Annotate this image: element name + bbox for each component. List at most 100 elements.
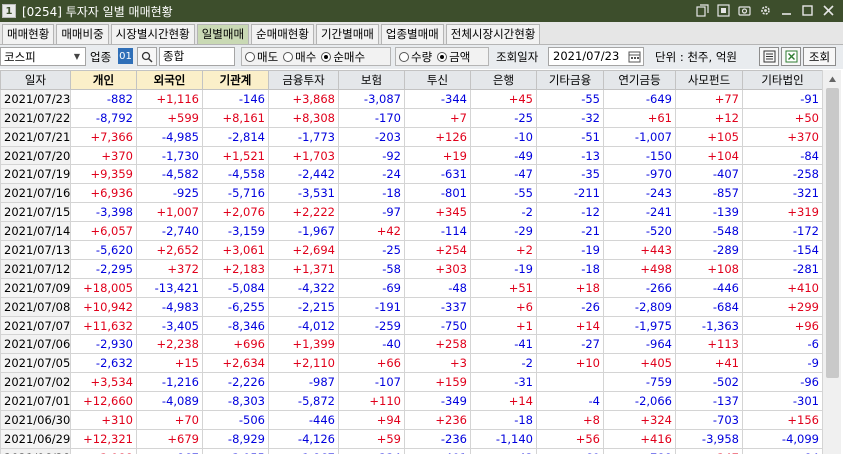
radio-buy[interactable]: 매수 xyxy=(283,49,316,65)
value-cell: +405 xyxy=(603,353,676,374)
table-row[interactable]: 2021/06/28+3,988-867-3,055-1,867-234-401… xyxy=(0,447,822,454)
value-cell: -114 xyxy=(404,221,471,242)
table-row[interactable]: 2021/06/29 +12,321 +679 -8,929 -4,126 +59 -236… xyxy=(0,428,822,449)
column-header[interactable]: 연기금등 xyxy=(603,70,676,90)
value-cell: -1,967 xyxy=(268,221,339,242)
date-cell: 2021/06/28 xyxy=(0,447,71,454)
copy-window-icon[interactable] xyxy=(715,2,732,19)
table-row[interactable]: 2021/07/08 +10,942 -4,983 -6,255 -2,215 -191-… xyxy=(0,296,822,317)
value-cell: +3 xyxy=(404,353,471,374)
table-row[interactable]: 2021/07/22 -8,792 +599 +8,161 +8,308 -170 +7 -2… xyxy=(0,107,822,128)
list-view-button[interactable] xyxy=(759,47,779,66)
date-input-value: 2021/07/23 xyxy=(553,49,620,63)
market-select[interactable]: 코스피 ▼ xyxy=(0,47,86,66)
radio-net-buy[interactable]: 순매수 xyxy=(321,49,365,65)
screenshot-icon[interactable] xyxy=(736,2,753,19)
excel-export-button[interactable] xyxy=(781,47,801,66)
tab-all-market-time[interactable]: 전체시장시간현황 xyxy=(445,24,541,44)
tab-trading-status[interactable]: 매매현황 xyxy=(2,24,55,44)
tab-net-trading[interactable]: 순매매현황 xyxy=(251,24,314,44)
value-cell: -6,255 xyxy=(202,296,269,317)
column-header[interactable]: 은행 xyxy=(470,70,537,90)
vertical-scrollbar[interactable] xyxy=(822,70,841,454)
value-cell: -970 xyxy=(603,164,676,185)
link-icon[interactable] xyxy=(694,2,711,19)
value-cell: -8,792 xyxy=(70,107,137,128)
scroll-up-icon[interactable] xyxy=(825,72,840,87)
table-row[interactable]: 2021/07/12 -2,295 +372 +2,183 +1,371 -58 +303-… xyxy=(0,258,822,279)
tab-market-time[interactable]: 시장별시간현황 xyxy=(110,24,195,44)
table-row[interactable]: 2021/07/15 -3,398 +1,007 +2,076 +2,222 -97 +34… xyxy=(0,202,822,223)
value-cell: -3,958 xyxy=(675,428,743,449)
query-button[interactable]: 조회 xyxy=(803,47,836,66)
table-row[interactable]: 2021/07/23 -882 +1,116 -146 +3,868 -3,087 -344… xyxy=(0,88,822,109)
unit-text: 단위 : 천주, 억원 xyxy=(655,50,737,64)
tab-period-trading[interactable]: 기간별매매 xyxy=(315,24,379,44)
column-header[interactable]: 일자 xyxy=(0,70,71,90)
tab-trading-ratio[interactable]: 매매비중 xyxy=(56,24,109,44)
date-cell: 2021/07/12 xyxy=(0,258,71,279)
calendar-icon[interactable] xyxy=(628,50,641,63)
date-cell: 2021/07/13 xyxy=(0,240,71,260)
scrollbar-thumb[interactable] xyxy=(826,88,839,378)
column-header[interactable]: 외국인 xyxy=(136,70,203,90)
column-header[interactable]: 사모펀드 xyxy=(675,70,743,90)
table-row[interactable]: 2021/07/05 -2,632 +15 +2,634 +2,110 +66 +3 -2 +1… xyxy=(0,353,822,374)
radio-sell[interactable]: 매도 xyxy=(245,49,278,65)
value-cell: -4,012 xyxy=(268,315,339,336)
value-cell: +3,534 xyxy=(70,372,137,393)
sector-code-field[interactable]: 01 xyxy=(118,48,133,64)
radio-quantity[interactable]: 수량 xyxy=(399,49,432,65)
table-row[interactable]: 2021/06/30 +310 +70 -506 -446 +94 +236 -18 +8 +32… xyxy=(0,410,822,430)
sector-search-button[interactable] xyxy=(137,47,157,66)
radio-amount-label: 금액 xyxy=(449,49,471,64)
value-cell: -58 xyxy=(338,258,405,279)
value-cell: +345 xyxy=(404,202,471,223)
value-cell: -154 xyxy=(742,240,822,260)
minimize-icon[interactable] xyxy=(778,2,795,19)
value-cell: +126 xyxy=(404,126,471,147)
tab-sector-trading[interactable]: 업종별매매 xyxy=(380,24,444,44)
value-cell: +324 xyxy=(603,410,676,430)
chevron-down-icon[interactable]: ▼ xyxy=(70,49,84,64)
column-header[interactable]: 투신 xyxy=(404,70,471,90)
table-row[interactable]: 2021/07/21 +7,366 -4,985 -2,814 -1,773 -203 +1… xyxy=(0,126,822,147)
table-row[interactable]: 2021/07/01 +12,660 -4,089 -8,303 -5,872 +110-… xyxy=(0,391,822,412)
table-row[interactable]: 2021/07/02 +3,534 -1,216 -2,226 -987 -107 +159… xyxy=(0,372,822,393)
table-row[interactable]: 2021/07/07 +11,632 -3,405 -8,346 -4,012 -259-… xyxy=(0,315,822,336)
table-row[interactable]: 2021/07/20 +370 -1,730 +1,521 +1,703 -92 +19 -4… xyxy=(0,145,822,166)
value-cell: +104 xyxy=(675,145,743,166)
value-cell: +372 xyxy=(136,258,203,279)
table-row[interactable]: 2021/07/19 +9,359 -4,582 -4,558 -2,442 -24 -63… xyxy=(0,164,822,185)
value-cell: -48 xyxy=(404,277,471,298)
column-header[interactable]: 기관계 xyxy=(202,70,269,90)
value-cell: +156 xyxy=(742,410,822,430)
table-row[interactable]: 2021/07/13 -5,620 +2,652 +3,061 +2,694 -25 +25… xyxy=(0,240,822,260)
table-row[interactable]: 2021/07/14 +6,057 -2,740 -3,159 -1,967 +42 -11… xyxy=(0,221,822,242)
column-header[interactable]: 보험 xyxy=(338,70,405,90)
table-row[interactable]: 2021/07/09 +18,005 -13,421 -5,084 -4,322 -69-… xyxy=(0,277,822,298)
maximize-icon[interactable] xyxy=(799,2,816,19)
column-header[interactable]: 기타법인 xyxy=(742,70,822,90)
value-cell: -301 xyxy=(742,391,822,412)
radio-amount[interactable]: 금액 xyxy=(437,49,470,65)
tab-daily-trading[interactable]: 일별매매 xyxy=(196,24,250,44)
value-cell: -925 xyxy=(136,183,203,204)
value-cell: +3,988 xyxy=(70,447,137,454)
value-cell: +1,521 xyxy=(202,145,269,166)
value-cell: -3,087 xyxy=(338,88,405,109)
column-header[interactable]: 개인 xyxy=(70,70,137,90)
value-cell: -2,215 xyxy=(268,296,339,317)
value-cell: -6 xyxy=(742,334,822,355)
value-cell: -40 xyxy=(338,334,405,355)
column-header[interactable]: 기타금융 xyxy=(536,70,604,90)
table-row[interactable]: 2021/07/16 +6,936 -925 -5,716 -3,531 -18 -801-… xyxy=(0,183,822,204)
value-cell: -548 xyxy=(675,221,743,242)
close-icon[interactable] xyxy=(820,2,837,19)
table-row[interactable]: 2021/07/06 -2,930 +2,238 +696 +1,399 -40 +258-… xyxy=(0,334,822,355)
gear-icon[interactable] xyxy=(757,2,774,19)
column-header[interactable]: 금융투자 xyxy=(268,70,339,90)
date-input[interactable]: 2021/07/23 xyxy=(548,47,644,66)
radio-buy-dot xyxy=(283,51,294,62)
radio-sell-label: 매도 xyxy=(257,49,279,64)
